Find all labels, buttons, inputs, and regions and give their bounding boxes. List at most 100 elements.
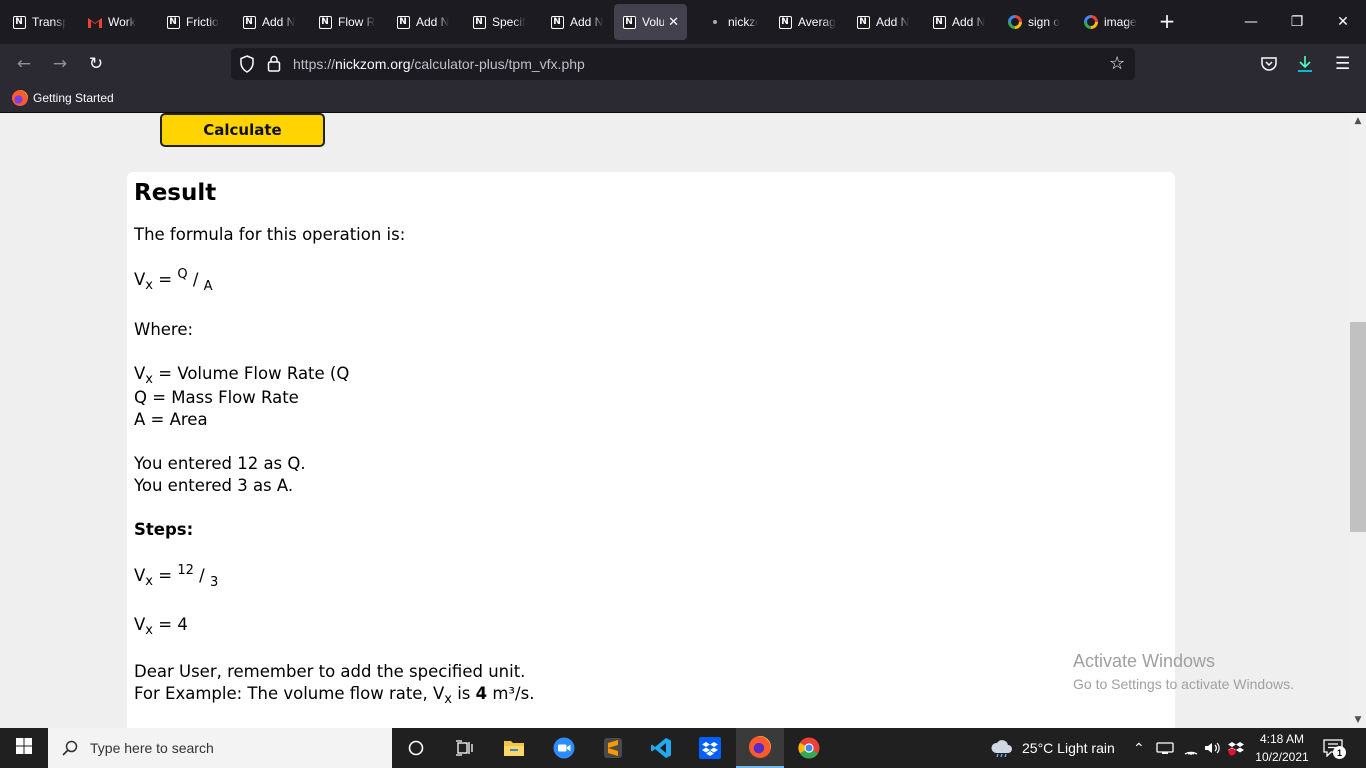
menu-icon[interactable]: ☰ xyxy=(1335,54,1350,74)
formula-slash: / xyxy=(192,270,199,289)
device-icon[interactable] xyxy=(1156,728,1174,768)
tab-4[interactable]: N Add N xyxy=(234,4,306,40)
definition-q: Q = Mass Flow Rate xyxy=(134,388,299,407)
scroll-up-icon[interactable]: ▲ xyxy=(1350,114,1366,128)
url-prefix: https:// xyxy=(293,56,336,72)
tab-2[interactable]: Work xyxy=(80,4,154,40)
tab-11[interactable]: N Averag xyxy=(770,4,844,40)
scroll-thumb[interactable] xyxy=(1350,322,1366,532)
firefox-icon xyxy=(12,90,28,106)
tab-label: Volu xyxy=(642,15,665,29)
url-bar[interactable]: https://nickzom.org/calculator-plus/tpm_… xyxy=(231,48,1135,80)
tab-10[interactable]: nickzo xyxy=(700,4,766,40)
file-explorer-icon[interactable] xyxy=(490,728,538,768)
new-tab-button[interactable]: + xyxy=(1155,9,1179,33)
sublime-text-icon[interactable] xyxy=(589,728,637,768)
tab-12[interactable]: N Add N xyxy=(848,4,920,40)
def-v-symbol: V xyxy=(134,364,146,383)
task-view-icon[interactable] xyxy=(440,728,488,768)
scroll-down-icon[interactable]: ▼ xyxy=(1350,713,1366,727)
firefox-taskbar-icon[interactable] xyxy=(736,728,784,768)
step-2: Vx = 4 xyxy=(134,615,188,638)
result-card: Result The formula for this operation is… xyxy=(127,172,1175,728)
activate-windows-subtitle: Go to Settings to activate Windows. xyxy=(1073,676,1294,692)
dropbox-tray-icon[interactable] xyxy=(1228,728,1244,768)
notification-center-icon[interactable]: 1 xyxy=(1323,728,1346,768)
minimize-button[interactable]: — xyxy=(1228,0,1274,44)
formula-v: V xyxy=(134,270,146,289)
nickzom-icon: N xyxy=(318,15,332,29)
tab-5[interactable]: N Flow R xyxy=(310,4,384,40)
step1-slash: / xyxy=(199,566,205,585)
reload-button[interactable]: ↻ xyxy=(84,52,108,76)
volume-icon[interactable] xyxy=(1204,728,1222,768)
close-tab-icon[interactable]: ✕ xyxy=(668,14,679,30)
vscode-icon[interactable] xyxy=(637,728,685,768)
def-v-subscript: x xyxy=(145,372,153,387)
tab-1[interactable]: N Transp xyxy=(4,4,74,40)
result-title: Result xyxy=(134,180,217,206)
bookmark-star-icon[interactable]: ☆ xyxy=(1109,53,1125,74)
tab-label: Specif xyxy=(492,15,526,29)
weather-text: 25°C Light rain xyxy=(1022,740,1115,756)
tab-label: Add N xyxy=(262,15,296,29)
nickzom-icon: N xyxy=(622,15,636,29)
entered-q: You entered 12 as Q. xyxy=(134,454,306,473)
step2-answer: = 4 xyxy=(153,615,188,634)
step1-eq: = xyxy=(153,566,178,585)
definition-v: Vx = Volume Flow Rate (Q xyxy=(134,364,349,387)
tab-6[interactable]: N Add N xyxy=(388,4,460,40)
forward-button[interactable]: → xyxy=(48,52,72,76)
formula-eq: = xyxy=(153,270,178,289)
chrome-icon[interactable] xyxy=(785,728,833,768)
url-path: /calculator-plus/tpm_vfx.php xyxy=(410,56,585,72)
calculate-button[interactable]: Calculate xyxy=(160,113,325,147)
tab-strip: N Transp Work N Frictio N Add N N Flow R… xyxy=(0,0,1366,44)
network-icon[interactable] xyxy=(1183,728,1199,768)
tab-3[interactable]: N Frictio xyxy=(158,4,230,40)
dropbox-icon[interactable] xyxy=(686,728,734,768)
url-text[interactable]: https://nickzom.org/calculator-plus/tpm_… xyxy=(293,56,585,72)
search-icon xyxy=(62,740,78,756)
tab-label: Averag xyxy=(798,15,836,29)
pocket-icon[interactable] xyxy=(1261,56,1277,75)
entered-a: You entered 3 as A. xyxy=(134,476,294,495)
tab-label: image xyxy=(1104,15,1137,29)
definition-a: A = Area xyxy=(134,410,208,429)
taskbar-search[interactable]: Type here to search xyxy=(48,728,392,768)
example-unit: m³/s. xyxy=(487,684,535,703)
weather-widget[interactable]: 25°C Light rain xyxy=(990,728,1115,768)
tab-15[interactable]: image xyxy=(1076,4,1146,40)
navigation-toolbar: ← → ↻ https://nickzom.org/calculator-plu… xyxy=(0,44,1366,84)
cortana-icon[interactable] xyxy=(392,728,440,768)
bookmark-getting-started[interactable]: Getting Started xyxy=(12,90,114,106)
tab-8[interactable]: N Add N xyxy=(542,4,614,40)
start-button[interactable] xyxy=(0,728,48,768)
downloads-icon[interactable] xyxy=(1297,55,1313,77)
notification-badge: 1 xyxy=(1333,746,1346,759)
formula-subscript: x xyxy=(145,278,153,293)
where-label: Where: xyxy=(134,320,194,339)
lock-icon[interactable] xyxy=(267,55,281,76)
step1-subscript: x xyxy=(145,574,153,589)
tab-label: Flow R xyxy=(338,15,376,29)
tab-14[interactable]: sign o xyxy=(1000,4,1072,40)
restore-button[interactable]: ❐ xyxy=(1274,0,1320,44)
tab-active[interactable]: N Volu ✕ xyxy=(614,4,687,40)
bookmark-label: Getting Started xyxy=(33,91,114,105)
system-clock[interactable]: 4:18 AM 10/2/2021 xyxy=(1250,730,1314,766)
tab-label: sign o xyxy=(1028,15,1061,29)
cloud-rain-icon xyxy=(990,739,1014,757)
example-text: For Example: The volume flow rate, Vx is… xyxy=(134,684,535,707)
close-window-button[interactable]: ✕ xyxy=(1320,0,1366,44)
step1-numerator: 12 xyxy=(177,563,194,578)
shield-icon[interactable] xyxy=(239,55,255,77)
show-hidden-icons-chevron-icon[interactable]: ⌃ xyxy=(1133,728,1145,768)
tab-13[interactable]: N Add N xyxy=(924,4,996,40)
formula: Vx = Q / A xyxy=(134,267,213,294)
google-icon xyxy=(1008,15,1022,29)
back-button[interactable]: ← xyxy=(12,52,36,76)
example-mid: is xyxy=(451,684,476,703)
zoom-icon[interactable] xyxy=(540,728,588,768)
tab-7[interactable]: N Specif xyxy=(464,4,538,40)
